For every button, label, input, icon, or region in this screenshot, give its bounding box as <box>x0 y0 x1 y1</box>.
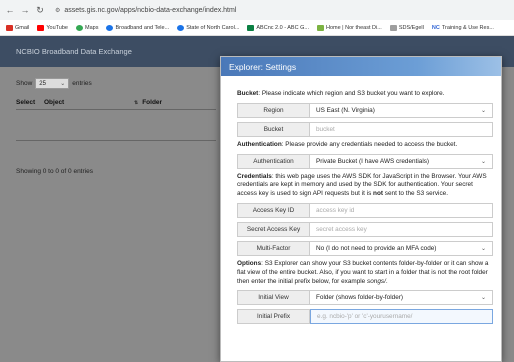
youtube-icon <box>37 24 45 31</box>
site-info-icon[interactable]: ⚙ <box>55 7 60 14</box>
options-instructions: Options: S3 Explorer can show your S3 bu… <box>237 259 489 285</box>
mfa-select[interactable]: No (I do not need to provide an MFA code… <box>310 240 493 256</box>
bookmark-maps[interactable]: Maps <box>76 24 98 31</box>
initial-prefix-input[interactable]: e.g. ncbio-'p' or 'c'-yourusername/ <box>310 309 493 325</box>
credentials-heading: Credentials <box>237 172 272 180</box>
chevron-down-icon: ⌄ <box>480 295 486 302</box>
entries-label: entries <box>72 80 92 87</box>
bookmark-northeast[interactable]: Home | Nor theast Di... <box>316 24 382 31</box>
region-label: Region <box>237 102 310 118</box>
column-header-select[interactable]: Select <box>16 99 44 106</box>
bookmark-abcnc[interactable]: ABCnc 2.0 - ABC G... <box>247 24 309 31</box>
credentials-instructions: Credentials: this web page uses the AWS … <box>237 172 487 198</box>
column-header-folder[interactable]: ⇅ Folder <box>134 99 194 106</box>
show-label: Show <box>16 80 33 87</box>
secret-key-input[interactable]: secret access key <box>310 221 493 237</box>
authentication-row: Authentication Private Bucket (I have AW… <box>237 153 493 169</box>
sort-icon: ⇅ <box>134 99 139 106</box>
region-row: Region US East (N. Virginia) ⌄ <box>237 102 493 118</box>
column-header-folder-label: Folder <box>142 99 163 106</box>
region-select[interactable]: US East (N. Virginia) ⌄ <box>310 102 493 118</box>
bookmark-site-icon <box>106 24 114 31</box>
chevron-down-icon: ⌄ <box>480 107 486 114</box>
table-header: Select Object ⇅ Folder <box>16 96 216 110</box>
bookmark-site-icon <box>247 24 255 31</box>
bucket-row: Bucket bucket <box>237 121 493 137</box>
region-select-value: US East (N. Virginia) <box>316 106 375 114</box>
initial-prefix-row: Initial Prefix e.g. ncbio-'p' or 'c'-you… <box>237 309 493 325</box>
bookmark-site-icon <box>177 24 185 31</box>
table-info: Showing 0 to 0 of 0 entries <box>16 168 93 175</box>
chevron-down-icon: ⌄ <box>60 81 66 87</box>
chevron-down-icon: ⌄ <box>480 245 486 252</box>
access-key-label: Access Key ID <box>237 202 310 218</box>
authentication-select[interactable]: Private Bucket (I have AWS credentials) … <box>310 153 493 169</box>
modal-body: Bucket: Please indicate which region and… <box>221 76 501 325</box>
url-text: assets.gis.nc.gov/apps/ncbio-data-exchan… <box>64 6 237 14</box>
mfa-select-value: No (I do not need to provide an MFA code… <box>316 244 437 252</box>
address-bar[interactable]: ⚙ assets.gis.nc.gov/apps/ncbio-data-exch… <box>55 7 236 14</box>
bucket-input[interactable]: bucket <box>310 121 493 137</box>
authentication-select-value: Private Bucket (I have AWS credentials) <box>316 157 430 165</box>
options-heading: Options <box>237 259 262 267</box>
bookmark-training[interactable]: NC Training & Use Res... <box>432 25 494 31</box>
initial-prefix-label: Initial Prefix <box>237 309 310 325</box>
bookmark-broadband[interactable]: Broadband and Tele... <box>106 24 169 31</box>
initial-view-select-value: Folder (shows folder-by-folder) <box>316 294 404 302</box>
entries-select[interactable]: 25 ⌄ <box>35 78 70 89</box>
gmail-icon <box>6 24 13 31</box>
bookmarks-bar: Gmail YouTube Maps Broadband and Tele...… <box>0 20 514 36</box>
nc-bookmark-icon: NC <box>431 24 440 31</box>
secret-key-label: Secret Access Key <box>237 221 310 237</box>
bucket-instructions: Bucket: Please indicate which region and… <box>237 90 445 97</box>
bookmark-sds[interactable]: SDS/Egell <box>389 24 424 31</box>
settings-modal: Explorer: Settings Bucket: Please indica… <box>220 56 502 362</box>
modal-title: Explorer: Settings <box>229 61 297 72</box>
access-key-input[interactable]: access key id <box>310 202 493 218</box>
mfa-label: Multi-Factor <box>237 240 310 256</box>
back-arrow-icon[interactable]: ← <box>4 4 16 16</box>
bookmark-site-icon <box>316 24 324 31</box>
bucket-heading: Bucket <box>237 90 259 97</box>
access-key-row: Access Key ID access key id <box>237 202 493 218</box>
secret-key-row: Secret Access Key secret access key <box>237 221 493 237</box>
auth-instructions: Authentication: Please provide any crede… <box>237 140 458 148</box>
mfa-row: Multi-Factor No (I do not need to provid… <box>237 240 493 256</box>
table-body <box>16 111 216 141</box>
modal-header: Explorer: Settings <box>221 57 501 76</box>
initial-view-label: Initial View <box>237 290 310 306</box>
reload-icon[interactable]: ↻ <box>34 4 46 16</box>
authentication-label: Authentication <box>237 153 310 169</box>
auth-heading: Authentication <box>237 140 282 148</box>
forward-arrow-icon[interactable]: → <box>19 4 31 16</box>
entries-length-control: Show 25 ⌄ entries <box>16 78 92 89</box>
bookmark-youtube[interactable]: YouTube <box>37 24 68 31</box>
bookmark-gmail[interactable]: Gmail <box>6 24 29 31</box>
page-title: NCBIO Broadband Data Exchange <box>16 47 132 56</box>
initial-view-select[interactable]: Folder (shows folder-by-folder) ⌄ <box>310 290 493 306</box>
maps-icon <box>76 24 83 31</box>
browser-toolbar: ← → ↻ ⚙ assets.gis.nc.gov/apps/ncbio-dat… <box>0 0 514 20</box>
page-icon <box>389 24 397 31</box>
bookmark-state-nc[interactable]: State of North Carol... <box>177 24 239 31</box>
bucket-label: Bucket <box>237 121 310 137</box>
column-header-object[interactable]: Object <box>44 99 134 106</box>
entries-select-value: 25 <box>39 80 46 87</box>
chevron-down-icon: ⌄ <box>480 158 486 165</box>
initial-view-row: Initial View Folder (shows folder-by-fol… <box>237 290 493 306</box>
